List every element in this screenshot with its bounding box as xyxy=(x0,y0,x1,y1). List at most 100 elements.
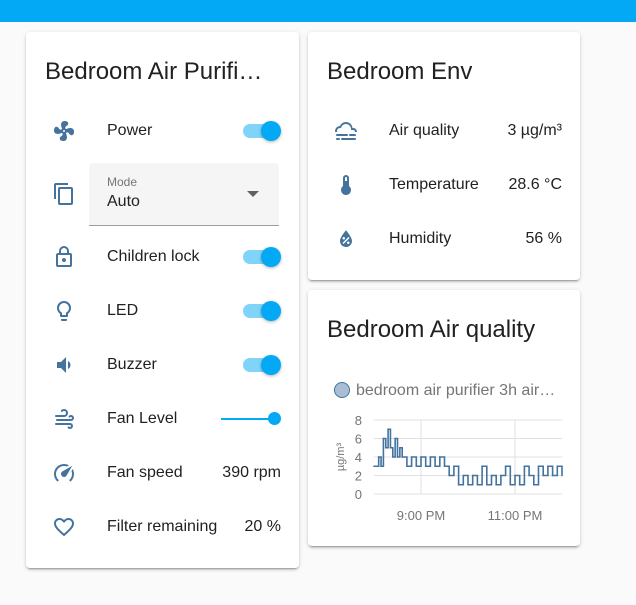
card-title: Bedroom Air Purifi… xyxy=(45,58,263,85)
data-point xyxy=(457,483,460,486)
humidity-row[interactable]: Humidity 56 % xyxy=(308,219,580,259)
air-quality-label: Air quality xyxy=(389,122,460,139)
volume-icon xyxy=(52,353,76,377)
lightbulb-icon xyxy=(52,299,76,323)
app-header-bar xyxy=(0,0,636,22)
data-point xyxy=(537,465,540,468)
fan-level-slider[interactable] xyxy=(217,409,281,429)
temperature-label: Temperature xyxy=(389,176,479,193)
data-point xyxy=(533,483,535,486)
y-tick-label: 0 xyxy=(355,487,362,502)
data-point xyxy=(399,446,401,449)
power-toggle[interactable] xyxy=(241,121,281,141)
fan-icon xyxy=(52,119,76,143)
speedometer-icon xyxy=(52,461,76,485)
data-point xyxy=(420,456,422,458)
data-point xyxy=(495,483,497,486)
data-point xyxy=(392,456,394,458)
fan-level-label: Fan Level xyxy=(107,410,178,427)
data-point xyxy=(523,465,526,468)
fan-speed-label: Fan speed xyxy=(107,464,183,481)
data-point xyxy=(394,437,396,440)
data-point xyxy=(528,474,530,477)
power-label: Power xyxy=(107,122,153,139)
power-row[interactable]: Power xyxy=(26,111,299,151)
data-point xyxy=(542,474,544,477)
data-point xyxy=(551,474,554,477)
history-card[interactable]: Bedroom Air quality bedroom air purifier… xyxy=(308,290,580,546)
temperature-value: 28.6 °C xyxy=(508,176,562,193)
data-point xyxy=(556,465,559,468)
led-toggle[interactable] xyxy=(241,301,281,321)
data-point xyxy=(401,456,403,458)
x-tick-label: 9:00 PM xyxy=(397,508,445,523)
data-point xyxy=(384,446,387,449)
data-point xyxy=(453,465,455,468)
y-tick-label: 8 xyxy=(355,413,362,428)
data-point xyxy=(561,474,563,477)
data-point xyxy=(518,483,521,486)
data-point xyxy=(514,474,516,477)
slider-handle[interactable] xyxy=(268,412,281,425)
water-percent-icon xyxy=(334,227,358,251)
data-point xyxy=(500,474,502,477)
led-label: LED xyxy=(107,302,139,319)
env-card: Bedroom Env Air quality 3 µg/m³ Temperat… xyxy=(308,32,580,280)
data-point xyxy=(462,474,465,477)
filter-row[interactable]: Filter remaining 20 % xyxy=(26,507,299,547)
humidity-label: Humidity xyxy=(389,230,452,247)
weather-fog-icon xyxy=(334,119,358,143)
y-tick-label: 4 xyxy=(355,450,362,465)
data-point xyxy=(439,456,441,458)
data-point xyxy=(434,465,436,468)
temperature-row[interactable]: Temperature 28.6 °C xyxy=(308,165,580,205)
y-tick-label: 2 xyxy=(355,469,362,484)
mode-select-label: Mode xyxy=(107,175,138,189)
data-point xyxy=(448,474,450,477)
fan-speed-value: 390 rpm xyxy=(222,464,281,481)
data-point xyxy=(415,465,418,468)
buzzer-label: Buzzer xyxy=(107,356,157,373)
fan-speed-row[interactable]: Fan speed 390 rpm xyxy=(26,453,299,493)
buzzer-row[interactable]: Buzzer xyxy=(26,345,299,385)
data-point xyxy=(387,428,389,431)
thermometer-icon xyxy=(334,173,358,197)
lock-icon xyxy=(52,245,76,269)
history-chart[interactable]: 0 2 4 6 8 9:00 PM 11:00 PM µg/m³ xyxy=(308,290,580,546)
heart-outline-icon xyxy=(52,515,76,539)
filter-value: 20 % xyxy=(244,518,281,535)
air-quality-row[interactable]: Air quality 3 µg/m³ xyxy=(308,111,580,151)
data-point xyxy=(509,483,512,486)
data-point xyxy=(389,446,392,449)
data-point xyxy=(504,465,507,468)
children-lock-row[interactable]: Children lock xyxy=(26,237,299,277)
y-axis-label: µg/m³ xyxy=(335,442,347,471)
fan-level-row: Fan Level xyxy=(26,399,299,439)
humidity-value: 56 % xyxy=(525,230,562,247)
children-lock-label: Children lock xyxy=(107,248,200,265)
data-point xyxy=(476,483,479,486)
data-point xyxy=(486,483,488,486)
children-lock-toggle[interactable] xyxy=(241,247,281,267)
weather-windy-icon xyxy=(52,407,76,431)
data-point xyxy=(377,456,380,458)
dropdown-arrow-icon[interactable] xyxy=(247,191,259,197)
y-tick-label: 6 xyxy=(355,432,362,447)
data-point xyxy=(380,465,382,468)
air-quality-value: 3 µg/m³ xyxy=(507,122,562,139)
x-tick-label: 11:00 PM xyxy=(488,508,543,523)
data-point xyxy=(406,465,408,468)
data-point xyxy=(424,465,427,468)
buzzer-toggle[interactable] xyxy=(241,355,281,375)
copy-icon xyxy=(52,182,76,206)
data-point xyxy=(471,474,474,477)
data-point xyxy=(443,465,446,468)
data-point xyxy=(429,456,432,458)
led-row[interactable]: LED xyxy=(26,291,299,331)
data-point xyxy=(373,465,375,468)
data-point xyxy=(467,483,469,486)
card-title: Bedroom Env xyxy=(327,58,473,85)
data-point xyxy=(382,437,385,440)
mode-select[interactable]: Mode Auto xyxy=(89,163,279,226)
data-point xyxy=(396,456,399,458)
